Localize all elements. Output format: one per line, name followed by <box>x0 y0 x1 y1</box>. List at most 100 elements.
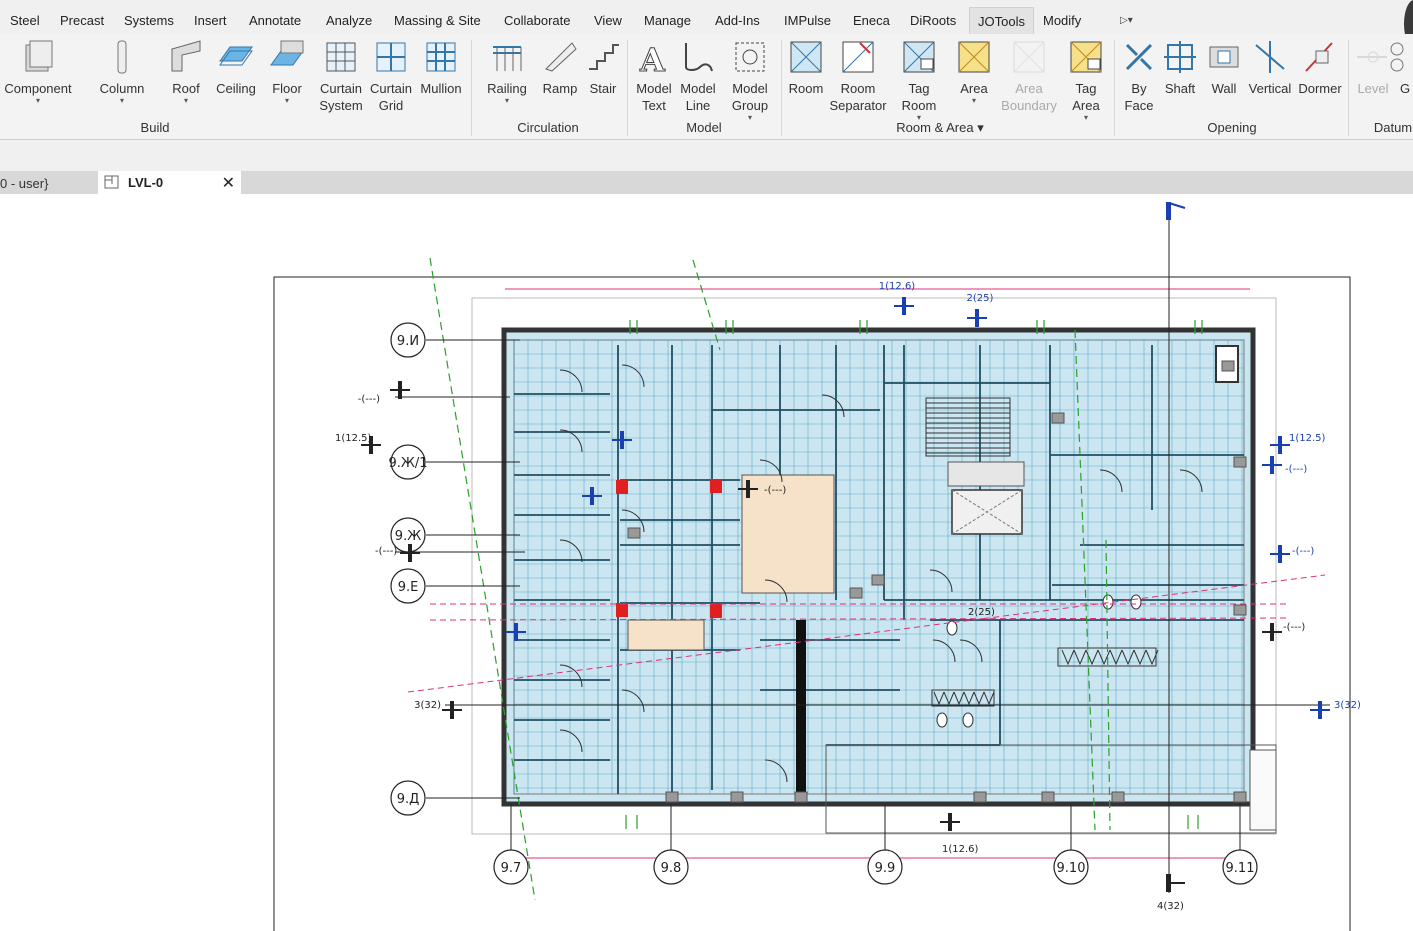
section-label: -(---) <box>358 394 380 405</box>
ribbon-group-separator <box>1114 40 1115 136</box>
section-label: 1(12.6) <box>879 281 916 292</box>
ribbon-group-label: Model <box>686 120 722 135</box>
tab-annotate[interactable]: Annotate <box>249 13 301 28</box>
view-tab-previous[interactable]: 0 - user} <box>0 171 98 194</box>
wall-marker <box>627 527 641 539</box>
wall-marker <box>1221 360 1235 372</box>
tab-massing-site[interactable]: Massing & Site <box>394 13 481 28</box>
tab-modify[interactable]: Modify <box>1043 13 1081 28</box>
ribbon-group-separator <box>627 40 628 136</box>
close-icon[interactable]: ✕ <box>222 173 235 193</box>
ribbon-group-label: Circulation <box>517 120 579 135</box>
chevron-down-icon[interactable]: ▾ <box>462 97 552 105</box>
toilet-fixture <box>1130 594 1142 610</box>
ribbon-group-separator <box>1348 40 1349 136</box>
structural-shaft <box>796 620 806 800</box>
wall-marker <box>973 791 987 803</box>
wall-marker <box>1051 412 1065 424</box>
highlighted-room <box>627 619 705 651</box>
tab-view[interactable]: View <box>594 13 622 28</box>
grid-bubble-label: 9.8 <box>661 861 682 876</box>
section-label: 2(25) <box>967 293 994 304</box>
ribbon-button-label: Grid <box>378 98 404 113</box>
ribbon-group-label: Opening <box>1207 120 1257 135</box>
wall-marker <box>1233 456 1247 468</box>
ribbon-button-grid[interactable]: G <box>1360 38 1413 97</box>
lift-lobby <box>947 461 1025 487</box>
grid-bubble-label: 9.Ж/1 <box>388 456 427 471</box>
annex-room <box>1249 749 1277 831</box>
wall-marker <box>730 791 744 803</box>
ribbon-group-label: Build <box>140 120 170 135</box>
tab-insert[interactable]: Insert <box>194 13 227 28</box>
grid-bubble-label: 9.9 <box>875 861 896 876</box>
section-label: -(---) <box>1283 622 1305 633</box>
view-tab-label: LVL-0 <box>128 175 164 190</box>
red-column <box>616 480 628 494</box>
tab-eneca[interactable]: Eneca <box>853 13 890 28</box>
ribbon-button-component[interactable]: Component ▾ <box>0 38 83 105</box>
component-icon <box>25 40 53 72</box>
view-tab-lvl-0[interactable]: LVL-0 ✕ <box>98 171 241 194</box>
room-separator-icon <box>842 41 874 73</box>
toilet-fixture <box>962 712 974 728</box>
wall-marker <box>794 791 808 803</box>
wall-marker <box>849 587 863 599</box>
grid-bubble-label: 9.И <box>397 334 419 349</box>
wall-marker <box>665 791 679 803</box>
ribbon-button-label: Component <box>4 81 72 96</box>
tab-steel[interactable]: Steel <box>10 13 40 28</box>
tab-analyze[interactable]: Analyze <box>326 13 372 28</box>
ribbon-group-label: Datum <box>1373 120 1413 135</box>
grid-bubble-label: 9.Ж <box>395 529 421 544</box>
drawing-canvas[interactable]: 9.И 9.Ж/1 9.Ж 9.E 9.Д 9.7 9.8 9.9 9.10 9.11 1(12.6… <box>0 194 1413 931</box>
ribbon-group-separator <box>781 40 782 136</box>
section-label: 3(32) <box>414 700 441 711</box>
building-outline <box>501 327 1256 807</box>
tab-precast[interactable]: Precast <box>60 13 104 28</box>
wall-marker <box>1233 791 1247 803</box>
chevron-down-icon[interactable]: ▾ <box>141 97 231 105</box>
tab-diroots[interactable]: DiRoots <box>910 13 956 28</box>
grid-bubble-label: 9.10 <box>1057 861 1086 876</box>
floor-plan-view-icon <box>104 175 119 189</box>
section-label: -(---) <box>1292 546 1314 557</box>
toilet-fixture <box>1102 594 1114 610</box>
view-tab-bar: 0 - user} LVL-0 ✕ <box>0 171 1413 194</box>
section-label: 2(25) <box>968 607 995 618</box>
tab-manage[interactable]: Manage <box>644 13 691 28</box>
ribbon-button-label: Face <box>1124 98 1154 113</box>
wall-marker <box>1233 604 1247 616</box>
tab-impulse[interactable]: IMPulse <box>784 13 831 28</box>
wall-marker <box>1111 791 1125 803</box>
section-label: 1(12.6) <box>942 844 979 855</box>
tab-add-ins[interactable]: Add-Ins <box>715 13 760 28</box>
section-label: 4(32) <box>1157 901 1184 912</box>
ribbon-group-label[interactable]: Room & Area ▾ <box>896 120 983 136</box>
grid-bubble-label: 9.11 <box>1226 861 1255 876</box>
chevron-down-icon[interactable]: ▾ <box>0 97 83 105</box>
ribbon-button-label: G <box>1399 81 1411 96</box>
red-column <box>710 604 722 618</box>
section-label: 3(32) <box>1334 700 1361 711</box>
grid-icon <box>1390 42 1404 72</box>
section-label: -(---) <box>375 546 397 557</box>
ribbon-group-separator <box>471 40 472 136</box>
tab-jotools[interactable]: JOTools <box>969 7 1034 34</box>
grid-bubble-label: 9.E <box>398 580 419 595</box>
chevron-down-icon[interactable]: ▾ <box>1041 114 1131 122</box>
red-column <box>710 479 722 493</box>
floor-plan-drawing[interactable]: 9.И 9.Ж/1 9.Ж 9.E 9.Д 9.7 9.8 9.9 9.10 9.11 1(12.6… <box>0 194 1413 931</box>
tab-systems[interactable]: Systems <box>124 13 174 28</box>
section-label: -(---) <box>1285 464 1307 475</box>
tab-collaborate[interactable]: Collaborate <box>504 13 571 28</box>
grid-bubble-label: 9.Д <box>397 792 420 807</box>
wall-marker <box>871 574 885 586</box>
section-marker <box>1166 202 1171 220</box>
ribbon-panel: Component ▾ Column ▾ Roof ▾ Ceiling Floor ▾ Curta… <box>0 34 1413 140</box>
section-label: 1(12.5) <box>1289 433 1326 444</box>
ribbon-minimize-icon[interactable]: ▷▾ <box>1120 15 1148 29</box>
toilet-fixture <box>936 712 948 728</box>
section-label: -(---) <box>764 485 786 496</box>
section-head <box>1168 202 1186 209</box>
